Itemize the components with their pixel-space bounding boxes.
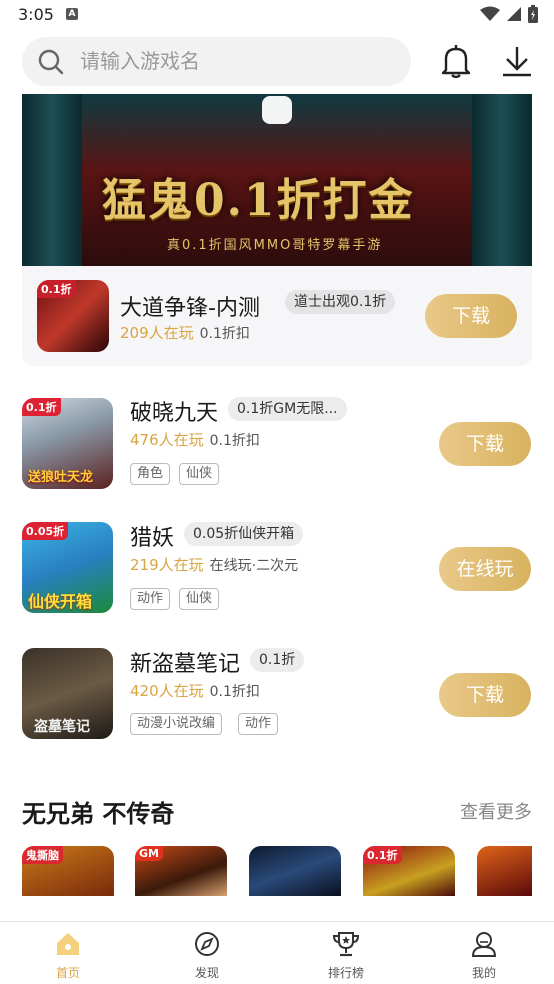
notification-a-icon: A	[66, 8, 78, 20]
game-tag: 0.1折GM无限...	[228, 397, 347, 421]
thumbnail-art-text: 送狼吐天龙	[28, 470, 94, 485]
section-game-thumbnail[interactable]: 0.1折	[363, 846, 455, 896]
discount-badge: GM	[135, 846, 163, 861]
nav-discover[interactable]: 发现	[172, 930, 242, 981]
signal-icon	[507, 7, 521, 21]
category-chip[interactable]: 动作	[130, 588, 171, 610]
player-count: 219人在玩	[130, 556, 204, 574]
discount-badge: 0.1折	[37, 280, 76, 298]
status-icons	[480, 5, 538, 23]
wifi-icon	[480, 6, 500, 21]
section-game-thumbnail[interactable]: 鬼撕脑	[22, 846, 114, 896]
discount-text: 0.1折扣	[199, 326, 250, 342]
nav-home[interactable]: 首页	[33, 930, 103, 981]
thumbnail-art-text: 盗墓笔记	[34, 719, 90, 735]
download-button[interactable]: 下载	[439, 673, 531, 717]
game-stats: 219人在玩 在线玩·二次元	[130, 554, 298, 575]
game-stats: 476人在玩 0.1折扣	[130, 429, 260, 450]
discount-badge: 0.1折	[363, 846, 402, 864]
discount-badge: 0.05折	[22, 522, 69, 540]
category-chip[interactable]: 动漫小说改编	[130, 713, 223, 735]
game-name[interactable]: 猎妖	[130, 520, 174, 552]
player-count: 420人在玩	[130, 682, 204, 700]
download-button[interactable]: 下载	[439, 422, 531, 466]
nav-label: 首页	[55, 966, 80, 980]
game-thumbnail[interactable]: 0.1折 送狼吐天龙	[22, 398, 113, 489]
category-chip[interactable]: 仙侠	[179, 463, 220, 485]
bell-icon[interactable]	[440, 44, 472, 78]
category-chip[interactable]: 角色	[130, 463, 171, 485]
search-icon	[38, 49, 64, 75]
discount-text: 0.1折扣	[209, 433, 260, 449]
discount-badge: 0.1折	[22, 398, 61, 416]
banner-title: 猛鬼0.1折打金	[102, 175, 415, 226]
section-game-thumbnail[interactable]	[477, 846, 532, 896]
nav-label: 排行榜	[327, 966, 364, 980]
discount-text: 在线玩·二次元	[209, 558, 299, 574]
battery-icon	[528, 5, 538, 23]
user-icon	[471, 932, 497, 957]
section-game-thumbnail[interactable]	[249, 846, 341, 896]
game-tag: 0.05折仙侠开箱	[184, 522, 304, 546]
search-bar[interactable]	[22, 37, 411, 86]
featured-game-name[interactable]: 大道争锋-内测	[120, 290, 260, 322]
nav-profile[interactable]: 我的	[449, 930, 519, 981]
featured-game-card[interactable]: 0.1折 大道争锋-内测 道士出观0.1折 209人在玩 0.1折扣 下载	[22, 266, 532, 366]
compass-icon	[195, 932, 219, 956]
game-name[interactable]: 新盗墓笔记	[130, 646, 240, 678]
section-title: 无兄弟 不传奇	[22, 800, 175, 828]
featured-game-thumbnail[interactable]: 0.1折	[37, 280, 109, 352]
game-stats: 420人在玩 0.1折扣	[130, 680, 260, 701]
banner-subtitle: 真0.1折国风MMO哥特罗幕手游	[167, 238, 383, 253]
trophy-icon	[332, 932, 360, 957]
status-time: 3:05	[18, 5, 54, 24]
game-thumbnail[interactable]: 盗墓笔记	[22, 648, 113, 739]
section-game-thumbnail[interactable]: GM	[135, 846, 227, 896]
banner-pillar-left	[22, 94, 82, 266]
play-icon[interactable]	[262, 96, 292, 124]
search-input[interactable]	[80, 47, 380, 75]
game-tag: 0.1折	[250, 648, 305, 672]
featured-game-tag: 道士出观0.1折	[285, 290, 396, 314]
discount-badge: 鬼撕脑	[22, 846, 63, 864]
game-thumbnail[interactable]: 0.05折 仙侠开箱	[22, 522, 113, 613]
download-icon[interactable]	[501, 44, 533, 78]
category-chip[interactable]: 动作	[238, 713, 279, 735]
status-bar: 3:05 A	[0, 0, 554, 30]
category-chip[interactable]: 仙侠	[179, 588, 220, 610]
featured-game-stats: 209人在玩 0.1折扣	[120, 322, 250, 343]
discount-text: 0.1折扣	[209, 684, 260, 700]
home-icon	[57, 933, 79, 955]
promo-banner[interactable]: 猛鬼0.1折打金 真0.1折国风MMO哥特罗幕手游	[22, 94, 532, 266]
bottom-nav: 首页 发现 排行榜 我的	[0, 921, 554, 984]
banner-pillar-right	[472, 94, 532, 266]
download-button[interactable]: 下载	[425, 294, 517, 338]
game-name[interactable]: 破晓九天	[130, 395, 218, 427]
see-more-link[interactable]: 查看更多	[460, 798, 532, 824]
play-online-button[interactable]: 在线玩	[439, 547, 531, 591]
player-count: 476人在玩	[130, 431, 204, 449]
thumbnail-art-text: 仙侠开箱	[28, 592, 93, 611]
nav-ranking[interactable]: 排行榜	[311, 930, 381, 981]
nav-label: 发现	[194, 966, 219, 980]
nav-label: 我的	[471, 966, 496, 980]
player-count: 209人在玩	[120, 324, 194, 342]
